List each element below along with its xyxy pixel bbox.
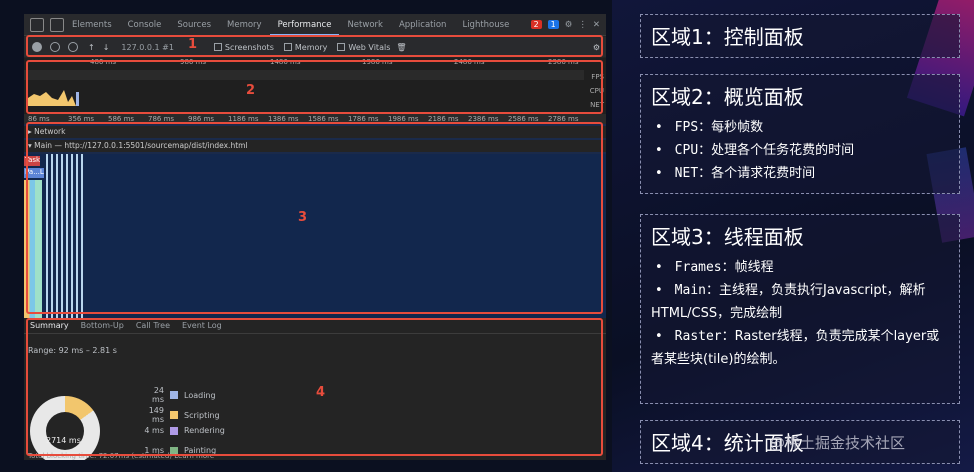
tab-performance[interactable]: Performance — [269, 14, 340, 36]
list-item: NET：各个请求花费时间 — [651, 162, 949, 185]
message-badge[interactable]: 1 — [547, 20, 559, 29]
region-2-box — [26, 60, 603, 114]
more-icon[interactable]: ⋮ — [578, 20, 587, 30]
tab-memory[interactable]: Memory — [219, 14, 270, 36]
list-item: FPS：每秒帧数 — [651, 116, 949, 139]
error-badge[interactable]: 2 — [530, 20, 542, 29]
tab-console[interactable]: Console — [120, 14, 170, 36]
panel-region-3: 区域3：线程面板 Frames：帧线程 Main：主线程，负责执行Javascr… — [640, 214, 960, 404]
devtools-tabbar: Elements Console Sources Memory Performa… — [24, 14, 606, 36]
watermark: @稀土掘金技术社区 — [770, 434, 906, 452]
region-3-box — [26, 122, 603, 314]
region-4-box — [26, 318, 603, 456]
marker-2: 2 — [246, 83, 256, 98]
panel-title: 区域1：控制面板 — [651, 25, 804, 49]
region-1-box — [26, 35, 603, 57]
list-item: Frames：帧线程 — [651, 256, 949, 279]
total-time: 2714 ms — [46, 436, 81, 445]
tab-sources[interactable]: Sources — [169, 14, 219, 36]
device-toggle-icon[interactable] — [50, 17, 64, 32]
list-item: CPU：处理各个任务花费的时间 — [651, 139, 949, 162]
marker-3: 3 — [298, 210, 308, 225]
marker-1: 1 — [188, 37, 198, 52]
gear-icon[interactable]: ⚙ — [565, 20, 573, 30]
list-item: Main：主线程，负责执行Javascript，解析HTML/CSS，完成绘制 — [651, 279, 949, 325]
marker-4: 4 — [316, 385, 326, 400]
tab-lighthouse[interactable]: Lighthouse — [454, 14, 517, 36]
panel-title: 区域2：概览面板 — [651, 85, 804, 109]
list-item: Raster：Raster线程，负责完成某个layer或者某些块(tile)的绘… — [651, 325, 949, 371]
inspect-icon[interactable] — [30, 17, 44, 32]
close-icon[interactable]: ✕ — [593, 20, 600, 30]
panel-region-2: 区域2：概览面板 FPS：每秒帧数 CPU：处理各个任务花费的时间 NET：各个… — [640, 74, 960, 194]
tab-network[interactable]: Network — [339, 14, 391, 36]
tab-elements[interactable]: Elements — [64, 14, 120, 36]
panel-region-1: 区域1：控制面板 — [640, 14, 960, 58]
tab-application[interactable]: Application — [391, 14, 455, 36]
panel-title: 区域3：线程面板 — [651, 225, 804, 249]
